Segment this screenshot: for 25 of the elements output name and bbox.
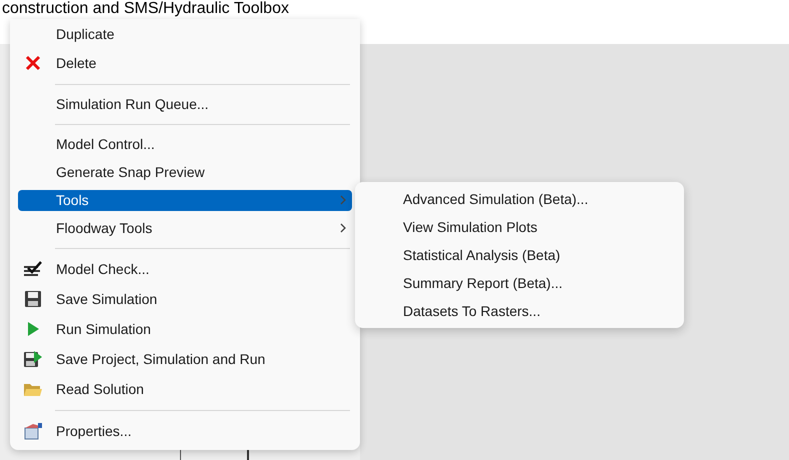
chevron-right-icon — [340, 195, 346, 205]
checklist-icon — [23, 260, 43, 278]
menu-item[interactable]: Model Check... — [18, 258, 352, 280]
menu-item[interactable]: Run Simulation — [18, 318, 352, 340]
floppy-disk-play-icon — [23, 350, 43, 368]
properties-icon — [23, 422, 43, 440]
close-icon — [24, 54, 42, 72]
menu-item[interactable]: Simulation Run Queue... — [18, 94, 352, 114]
menu-item[interactable]: Delete — [18, 52, 352, 74]
menu-item[interactable]: Summary Report (Beta)... — [403, 272, 562, 294]
heading-text: construction and SMS/Hydraulic Toolbox — [2, 0, 289, 18]
menu-item[interactable]: Save Project, Simulation and Run — [18, 348, 352, 370]
menu-item[interactable]: Model Control... — [18, 134, 352, 154]
menu-item[interactable]: Save Simulation — [18, 288, 352, 310]
menu-item[interactable]: Floodway Tools — [18, 218, 352, 238]
menu-item[interactable]: Duplicate — [18, 24, 352, 44]
menu-item[interactable]: Properties... — [18, 420, 352, 442]
menu-item[interactable]: Advanced Simulation (Beta)... — [403, 188, 588, 210]
menu-item[interactable]: Tools — [18, 190, 352, 210]
menu-item[interactable]: Read Solution — [18, 378, 352, 400]
chevron-right-icon — [340, 223, 346, 233]
menu-item[interactable]: Statistical Analysis (Beta) — [403, 244, 560, 266]
menu-item[interactable]: Datasets To Rasters... — [403, 300, 540, 322]
menu-item[interactable]: Generate Snap Preview — [18, 162, 352, 182]
menu-item[interactable]: View Simulation Plots — [403, 216, 538, 238]
